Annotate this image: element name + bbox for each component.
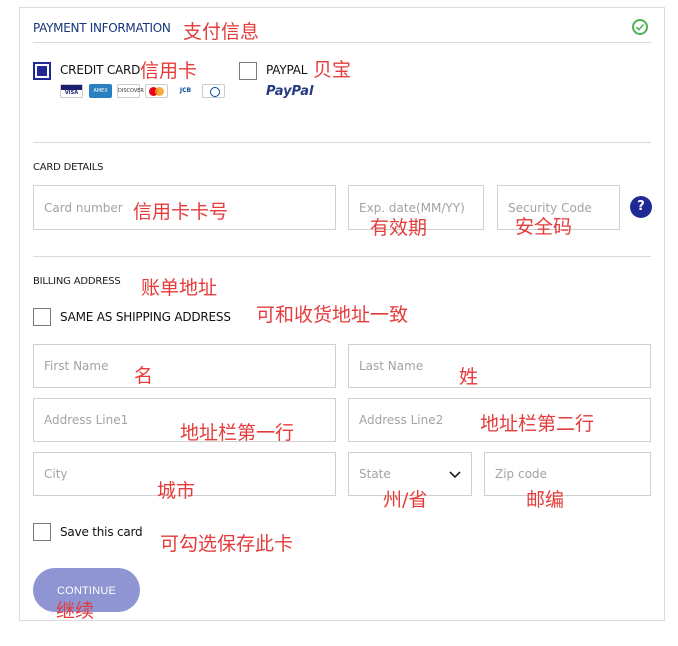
same-as-shipping-label[interactable]: SAME AS SHIPPING ADDRESS (60, 310, 231, 324)
first-name-input[interactable]: First Name (33, 344, 336, 388)
same-as-shipping-checkbox[interactable] (33, 308, 51, 326)
title-annotation: 支付信息 (183, 21, 260, 43)
help-icon[interactable]: ? (630, 196, 652, 218)
chevron-down-icon (449, 471, 461, 479)
security-code-annotation: 安全码 (515, 216, 573, 238)
save-card-annotation: 可勾选保存此卡 (160, 533, 294, 555)
zip-code-annotation: 邮编 (526, 489, 565, 511)
first-name-annotation: 名 (134, 365, 154, 387)
zip-code-input[interactable]: Zip code (484, 452, 651, 496)
same-as-shipping-annotation: 可和收货地址一致 (256, 304, 409, 326)
city-annotation: 城市 (157, 480, 196, 502)
divider (33, 256, 651, 257)
divider (33, 42, 651, 43)
page-title: PAYMENT INFORMATION (33, 21, 171, 35)
mastercard-icon (145, 84, 168, 98)
continue-annotation: 继续 (56, 600, 95, 622)
diners-club-icon (202, 84, 225, 98)
paypal-annotation: 贝宝 (313, 59, 352, 81)
credit-card-checkbox[interactable] (33, 62, 51, 80)
card-details-title: CARD DETAILS (33, 162, 104, 173)
credit-card-label[interactable]: CREDIT CARD (60, 63, 140, 77)
last-name-annotation: 姓 (459, 366, 479, 388)
save-card-checkbox[interactable] (33, 523, 51, 541)
paypal-checkbox[interactable] (239, 62, 257, 80)
amex-icon: AMEX (89, 84, 112, 98)
jcb-icon: JCB (174, 84, 197, 98)
billing-address-annotation: 账单地址 (141, 277, 218, 299)
address-line2-annotation: 地址栏第二行 (480, 413, 595, 435)
state-annotation: 州/省 (383, 489, 428, 511)
check-circle-icon (632, 19, 648, 35)
card-number-annotation: 信用卡卡号 (133, 201, 229, 223)
discover-icon: DISCOVER (117, 84, 144, 98)
credit-card-annotation: 信用卡 (140, 60, 198, 82)
divider (33, 142, 651, 143)
paypal-label[interactable]: PAYPAL (266, 63, 307, 77)
billing-address-title: BILLING ADDRESS (33, 276, 121, 287)
save-card-label[interactable]: Save this card (60, 525, 143, 539)
paypal-logo: PayPal (266, 84, 314, 99)
exp-date-annotation: 有效期 (370, 217, 428, 239)
last-name-input[interactable]: Last Name (348, 344, 651, 388)
visa-icon: VISA (60, 84, 83, 98)
address-line1-annotation: 地址栏第一行 (180, 422, 295, 444)
